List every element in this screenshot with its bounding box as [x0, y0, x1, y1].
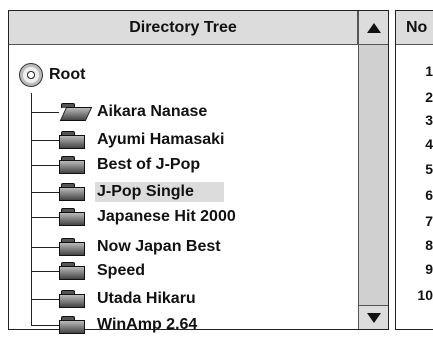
track-number[interactable]: 6 — [397, 187, 433, 203]
tree-root[interactable]: Root — [19, 61, 85, 89]
tree-node-now-japan-best[interactable]: Now Japan Best — [31, 234, 223, 260]
folder-icon — [59, 183, 87, 201]
music-browser: Directory Tree Root Aikara Nanase Ayumi — [0, 0, 433, 334]
folder-label: Speed — [97, 262, 146, 279]
folder-icon — [59, 208, 87, 226]
tree-node-best-of-j-pop[interactable]: Best of J-Pop — [31, 152, 202, 178]
track-number[interactable]: 10 — [397, 287, 433, 303]
track-number-panel: No 1 2 3 4 5 6 7 8 9 10 — [395, 10, 433, 330]
directory-tree-panel: Directory Tree Root Aikara Nanase Ayumi — [8, 10, 389, 334]
scroll-up-button[interactable] — [358, 11, 388, 45]
tree-node-utada-hikaru[interactable]: Utada Hikaru — [31, 286, 198, 312]
track-number[interactable]: 5 — [397, 161, 433, 177]
open-folder-icon — [59, 103, 93, 121]
tree-node-ayumi-hamasaki[interactable]: Ayumi Hamasaki — [31, 127, 226, 153]
folder-label: Japanese Hit 2000 — [97, 208, 236, 225]
tree-node-winamp-2-64[interactable]: WinAmp 2.64 — [31, 312, 199, 338]
number-column-header[interactable]: No — [396, 11, 433, 45]
track-number[interactable]: 4 — [397, 136, 433, 152]
scrollbar-track[interactable] — [358, 45, 388, 305]
folder-label: Ayumi Hamasaki — [97, 131, 225, 148]
folder-icon — [59, 290, 87, 308]
folder-icon — [59, 131, 87, 149]
directory-tree: Root Aikara Nanase Ayumi Hamasaki Best o… — [9, 45, 358, 334]
track-number[interactable]: 2 — [397, 89, 433, 105]
folder-icon — [59, 156, 87, 174]
track-number[interactable]: 9 — [397, 261, 433, 277]
folder-label-selected: J-Pop Single — [95, 182, 224, 202]
tree-node-japanese-hit-2000[interactable]: Japanese Hit 2000 — [31, 204, 238, 230]
folder-icon — [59, 238, 87, 256]
tree-node-aikara-nanase[interactable]: Aikara Nanase — [31, 99, 209, 125]
scroll-down-button[interactable] — [358, 305, 388, 329]
folder-label: Utada Hikaru — [97, 290, 196, 307]
folder-label: WinAmp 2.64 — [97, 316, 198, 333]
folder-label: Now Japan Best — [97, 238, 221, 255]
cd-disc-icon — [19, 63, 43, 87]
track-number[interactable]: 8 — [397, 237, 433, 253]
track-number[interactable]: 7 — [397, 213, 433, 229]
root-label: Root — [49, 66, 86, 83]
folder-label: Best of J-Pop — [97, 156, 201, 173]
track-number[interactable]: 1 — [397, 63, 433, 79]
track-number[interactable]: 3 — [397, 112, 433, 128]
triangle-down-icon — [366, 312, 381, 323]
folder-icon — [59, 262, 87, 280]
folder-icon — [59, 316, 87, 334]
triangle-up-icon — [366, 22, 381, 33]
directory-tree-header: Directory Tree — [9, 11, 358, 45]
tree-node-j-pop-single[interactable]: J-Pop Single — [31, 179, 224, 205]
folder-label: Aikara Nanase — [97, 103, 208, 120]
tree-node-speed[interactable]: Speed — [31, 258, 147, 284]
